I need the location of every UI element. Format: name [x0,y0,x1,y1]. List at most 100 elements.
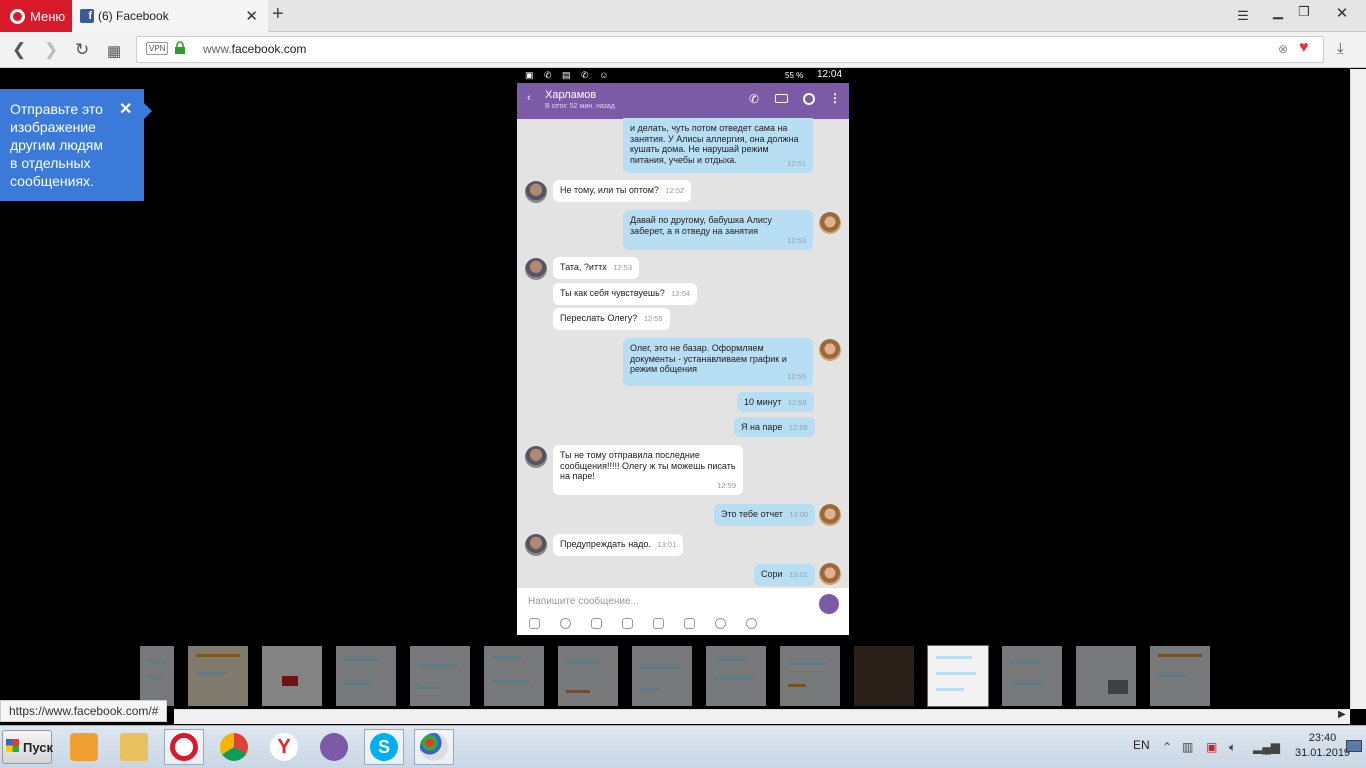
photo-thumbnail[interactable] [1150,646,1210,706]
language-indicator[interactable]: EN [1133,738,1150,752]
message-time: 13:01 [789,570,808,579]
message-time: 13:01 [657,540,677,549]
maximize-button[interactable]: ❐ [1293,4,1315,20]
message-time: 12:54 [671,289,691,298]
taskbar-opera[interactable] [164,729,204,765]
microphone-icon [819,594,839,614]
viber-out-icon [803,93,815,105]
own-avatar [819,339,841,361]
battery-level: 55 % [785,71,804,80]
skype-icon: S [370,733,398,761]
taskbar-viber[interactable] [314,729,354,765]
taskbar-file-explorer[interactable] [114,729,154,765]
message-out: Давай по другому, бабушка Алису заберет,… [623,210,813,250]
minimize-button[interactable]: ▁ [1267,4,1289,20]
phone-call-icon: ✆ [749,92,760,106]
tab-facebook[interactable]: f (6) Facebook ✕ [72,0,268,32]
video-call-icon [775,94,788,103]
close-tooltip-icon[interactable]: ✕ [119,99,132,119]
lock-icon[interactable] [174,41,186,54]
message-text: Переслать Олегу? [560,313,638,323]
volume-icon[interactable]: 🔈︎ [1229,740,1236,755]
contact-name: Харламов [545,89,597,101]
photo-thumbnail[interactable] [854,646,914,706]
photo-thumbnail[interactable] [188,646,248,706]
start-label: Пуск [23,740,53,755]
message-text: Не тому, или ты оптом? [560,185,659,195]
tab-menu-icon[interactable]: ☰ [1232,8,1254,24]
camera-icon [591,618,602,629]
photo-thumbnail[interactable] [410,646,470,706]
photo-thumbnail[interactable] [140,646,174,706]
download-icon[interactable]: ⤓ [1337,40,1344,57]
reload-icon[interactable]: ↻ [75,40,89,60]
taskbar-media-player[interactable] [64,729,104,765]
message-time: 12:55 [643,314,663,323]
speed-dial-icon[interactable]: ▦ [107,42,121,60]
viber-screenshot: ▣ ✆ ▤ ✆ ☺ 55 % 12:04 ‹ Харламов В сети: … [517,69,849,635]
contact-avatar [525,181,547,203]
photo-thumbnail[interactable] [780,646,840,706]
back-icon[interactable]: ❮ [12,40,26,60]
clear-address-icon[interactable]: ⊗ [1278,42,1288,56]
opera-icon [170,733,198,761]
photo-thumbnail[interactable] [484,646,544,706]
photo-thumbnail-active[interactable] [927,645,989,707]
message-time: 13:00 [789,510,809,519]
taskbar-yandex[interactable]: Y [264,729,304,765]
message-in: Тата, ?иттх 12:53 [553,257,640,279]
url-text[interactable]: www.facebook.com [203,42,306,56]
folder-icon [120,733,148,761]
close-tab-icon[interactable]: ✕ [245,7,258,25]
tooltip-line: в отдельных [10,155,91,171]
close-window-button[interactable]: ✕ [1320,4,1364,22]
network-error-icon[interactable]: ▣ [1206,740,1217,754]
photo-thumbnail[interactable] [1002,646,1062,706]
new-tab-button[interactable]: + [272,3,284,26]
chrome-icon [220,733,248,761]
horizontal-scrollbar[interactable] [174,709,1350,724]
taskbar-chrome[interactable] [214,729,254,765]
tooltip-line: изображение [10,119,96,135]
show-desktop-icon[interactable] [1346,740,1362,752]
more-attach-icon [746,618,757,629]
phone-clock: 12:04 [817,69,843,80]
file-icon [684,618,695,629]
message-time: 12:52 [665,186,685,195]
message-out: Олег, это не базар. Оформляем документы … [623,338,813,386]
opera-menu-button[interactable]: Меню [0,0,72,32]
signal-icon[interactable]: ▂▄▆ [1253,740,1280,754]
taskbar-paint[interactable] [414,729,454,765]
forward-icon[interactable]: ❯ [44,40,58,60]
message-text: Ты как себя чувствуешь? [560,288,665,298]
photo-thumbnail[interactable] [262,646,322,706]
photo-thumbnail[interactable] [706,646,766,706]
photo-thumbnail[interactable] [336,646,396,706]
message-out: и делать, чуть потом отведет сама на зан… [623,118,813,173]
message-text: Олег, это не базар. Оформляем документы … [630,343,787,374]
url-prefix: www. [203,42,232,56]
show-hidden-icons[interactable]: ⌃ [1162,740,1172,754]
address-bar[interactable] [136,36,1324,63]
heart-bookmark-icon[interactable]: ♥ [1299,39,1309,57]
message-text: Ты не тому отправила последние сообщения… [560,450,736,481]
photo-thumbnail[interactable] [632,646,692,706]
location-icon [715,618,726,629]
url-domain: facebook.com [231,42,307,56]
system-clock[interactable]: 23:40 31.01.2019 [1295,731,1350,761]
taskbar-skype[interactable]: S [364,729,404,765]
photo-thumbnail[interactable] [558,646,618,706]
message-text: Тата, ?иттх [560,262,607,272]
photo-thumbnail[interactable] [1076,646,1136,706]
windows-logo-icon [6,739,19,752]
device-icon[interactable]: ▥ [1182,740,1193,754]
tab-title: (6) Facebook [98,9,169,23]
clock-time: 23:40 [1308,732,1337,744]
vertical-scrollbar[interactable] [1350,69,1366,709]
vpn-badge[interactable]: VPN [146,42,169,55]
message-time: 12:51 [787,158,806,168]
message-composer: Напишите сообщение... [517,588,849,635]
message-text: Предупреждать надо. [560,539,651,549]
scroll-right-icon[interactable]: ▶ [1338,709,1346,720]
tooltip-line: другим людям [10,137,103,153]
